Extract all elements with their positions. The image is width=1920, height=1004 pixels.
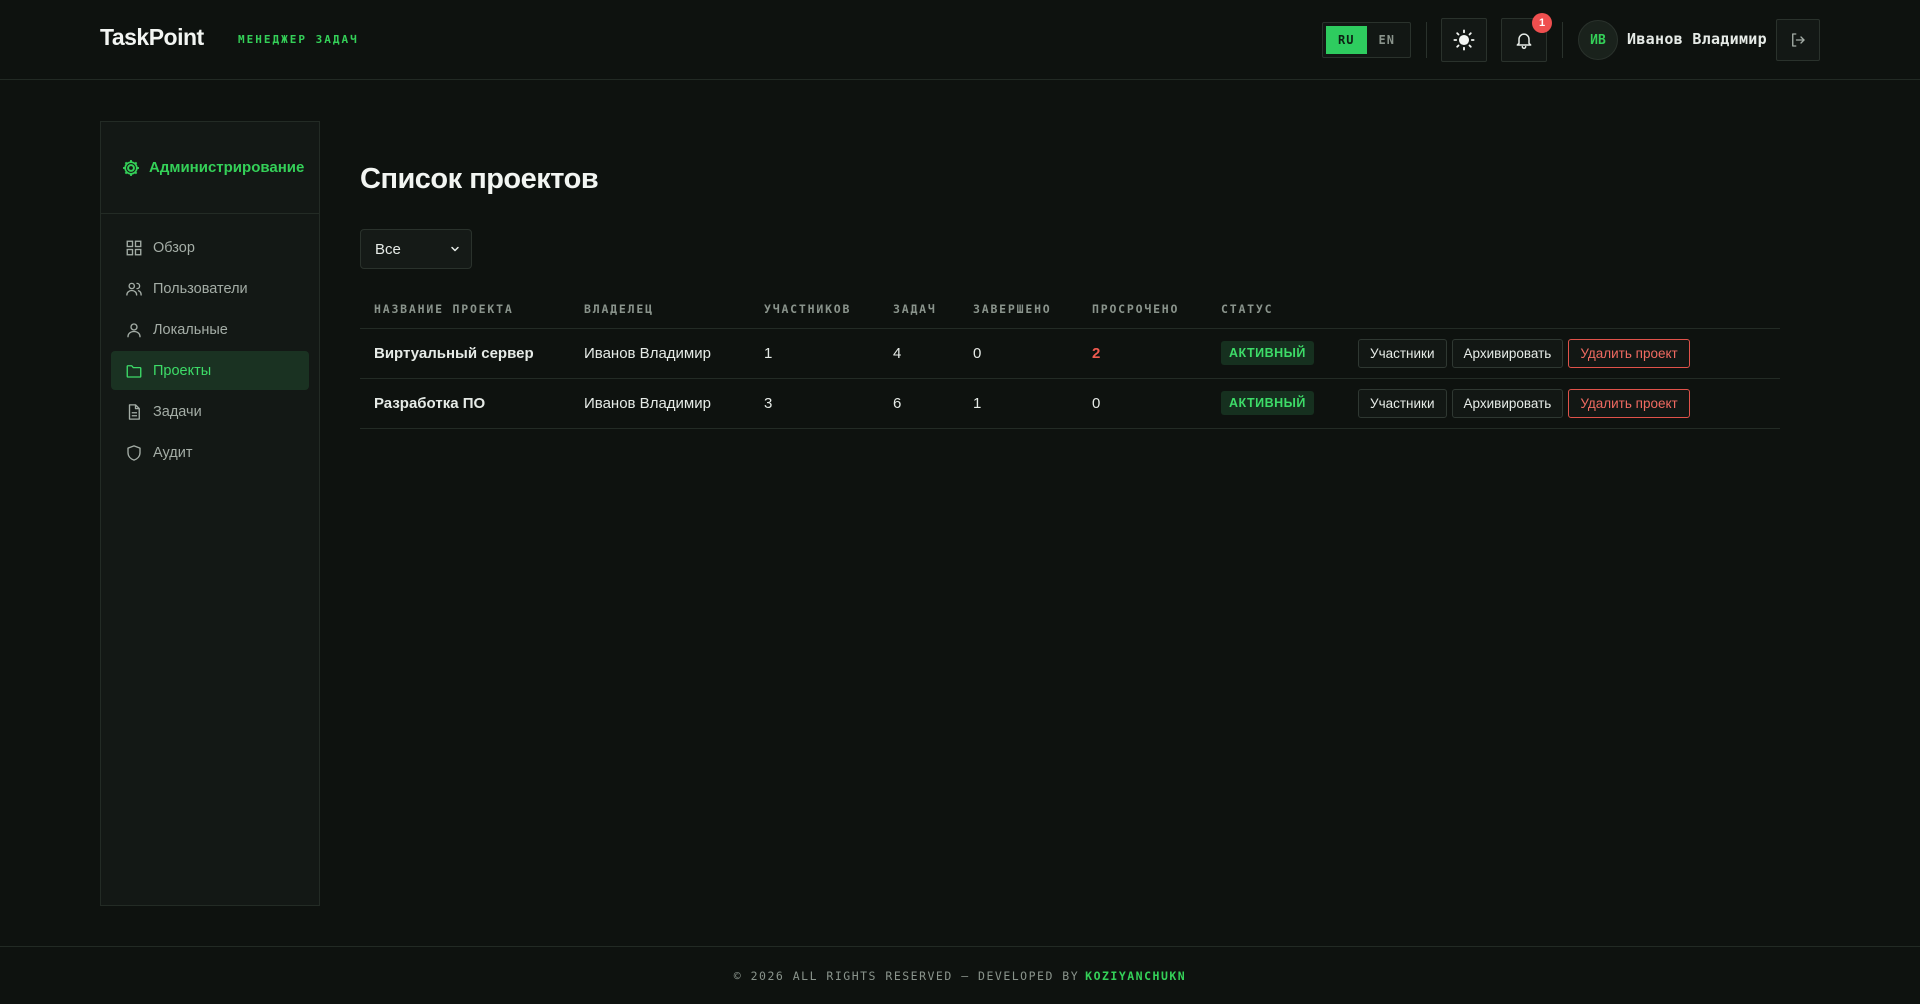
project-owner: Иванов Владимир	[570, 378, 750, 429]
project-name[interactable]: Виртуальный сервер	[360, 328, 570, 379]
archive-button[interactable]: Архивировать	[1451, 338, 1564, 368]
logout-icon	[1792, 33, 1805, 47]
lang-en-button[interactable]: EN	[1367, 26, 1408, 54]
sidebar-title: Администрирование	[149, 159, 305, 176]
column-header-tasks[interactable]: ЗАДАЧ	[879, 290, 959, 329]
archive-button[interactable]: Архивировать	[1451, 388, 1564, 418]
notifications-button[interactable]: 1	[1501, 13, 1552, 62]
sidebar-item-label: Аудит	[153, 444, 193, 461]
sidebar-item-tasks[interactable]: Задачи	[111, 392, 309, 431]
members-button[interactable]: Участники	[1358, 388, 1447, 418]
footer-developer-link[interactable]: KOZIYANCHUKN	[1085, 969, 1186, 983]
shield-icon	[127, 444, 141, 461]
app-logo[interactable]: TaskPoint	[100, 24, 204, 51]
page-footer: © 2026 ALL RIGHTS RESERVED — DEVELOPED B…	[0, 946, 1920, 1004]
project-overdue-count: 0	[1078, 378, 1207, 429]
project-members-count: 3	[750, 378, 879, 429]
project-tasks-count: 6	[879, 378, 959, 429]
status-badge: АКТИВНЫЙ	[1221, 391, 1314, 415]
sidebar-item-projects[interactable]: Проекты	[111, 351, 309, 390]
column-header-owner[interactable]: ВЛАДЕЛЕЦ	[570, 290, 750, 329]
project-owner: Иванов Владимир	[570, 328, 750, 379]
sidebar-item-label: Обзор	[153, 239, 195, 256]
members-button[interactable]: Участники	[1358, 338, 1447, 368]
project-status-cell: АКТИВНЫЙ	[1207, 378, 1344, 429]
sidebar-header: Администрирование	[101, 122, 319, 214]
header-divider	[1562, 22, 1563, 58]
user-name[interactable]: Иванов Владимир	[1627, 30, 1767, 48]
table-row: Разработка ПО Иванов Владимир 3 6 1 0 АК…	[360, 378, 1780, 429]
gear-icon	[123, 159, 139, 176]
sidebar-item-audit[interactable]: Аудит	[111, 433, 309, 472]
avatar[interactable]: ИВ	[1578, 20, 1618, 60]
project-done-count: 0	[959, 328, 1078, 379]
delete-project-button[interactable]: Удалить проект	[1568, 338, 1690, 368]
filter-selected-value: Все	[375, 240, 401, 258]
sun-icon	[1453, 29, 1475, 51]
footer-copyright: © 2026 ALL RIGHTS RESERVED — DEVELOPED B…	[733, 968, 1080, 983]
delete-project-button[interactable]: Удалить проект	[1568, 388, 1690, 418]
sidebar-item-label: Пользователи	[153, 280, 248, 297]
logout-button[interactable]	[1776, 19, 1820, 61]
language-switcher: RU EN	[1322, 22, 1411, 58]
project-name[interactable]: Разработка ПО	[360, 378, 570, 429]
table-row: Виртуальный сервер Иванов Владимир 1 4 0…	[360, 328, 1780, 379]
projects-table: НАЗВАНИЕ ПРОЕКТА ВЛАДЕЛЕЦ УЧАСТНИКОВ ЗАД…	[360, 290, 1780, 429]
project-tasks-count: 4	[879, 328, 959, 379]
theme-toggle-button[interactable]	[1441, 18, 1487, 62]
column-header-name[interactable]: НАЗВАНИЕ ПРОЕКТА	[360, 290, 570, 329]
users-icon	[126, 282, 142, 296]
sidebar-nav: Обзор Пользователи Локальные Проекты Зад…	[101, 214, 319, 488]
status-badge: АКТИВНЫЙ	[1221, 341, 1314, 365]
sidebar-item-label: Задачи	[153, 403, 202, 420]
top-header: TaskPoint МЕНЕДЖЕР ЗАДАЧ RU EN 1 ИВ Иван…	[0, 0, 1920, 80]
sidebar-item-local[interactable]: Локальные	[111, 310, 309, 349]
column-header-status[interactable]: СТАТУС	[1207, 290, 1344, 329]
project-done-count: 1	[959, 378, 1078, 429]
grid-icon	[126, 240, 142, 255]
project-actions-cell: Участники Архивировать Удалить проект	[1344, 378, 1780, 429]
table-header-row: НАЗВАНИЕ ПРОЕКТА ВЛАДЕЛЕЦ УЧАСТНИКОВ ЗАД…	[360, 290, 1780, 329]
folder-icon	[126, 364, 142, 378]
project-actions-cell: Участники Архивировать Удалить проект	[1344, 328, 1780, 379]
column-header-actions	[1344, 290, 1780, 329]
column-header-overdue[interactable]: ПРОСРОЧЕНО	[1078, 290, 1207, 329]
sidebar-item-overview[interactable]: Обзор	[111, 228, 309, 267]
bell-icon	[1516, 33, 1532, 50]
sidebar-item-label: Проекты	[153, 362, 212, 379]
sidebar-item-users[interactable]: Пользователи	[111, 269, 309, 308]
user-icon	[127, 322, 141, 337]
project-status-cell: АКТИВНЫЙ	[1207, 328, 1344, 379]
column-header-done[interactable]: ЗАВЕРШЕНО	[959, 290, 1078, 329]
lang-ru-button[interactable]: RU	[1326, 26, 1367, 54]
project-members-count: 1	[750, 328, 879, 379]
app-subtitle: МЕНЕДЖЕР ЗАДАЧ	[238, 33, 359, 46]
project-overdue-count: 2	[1078, 328, 1207, 379]
notification-count-badge: 1	[1532, 13, 1552, 33]
status-filter-select[interactable]: Все	[360, 229, 472, 269]
header-divider	[1426, 22, 1427, 58]
column-header-members[interactable]: УЧАСТНИКОВ	[750, 290, 879, 329]
sidebar-item-label: Локальные	[153, 321, 228, 338]
page-title: Список проектов	[360, 163, 599, 195]
chevron-down-icon	[451, 246, 459, 252]
admin-sidebar: Администрирование Обзор Пользователи Лок…	[100, 121, 320, 906]
document-icon	[128, 403, 140, 420]
